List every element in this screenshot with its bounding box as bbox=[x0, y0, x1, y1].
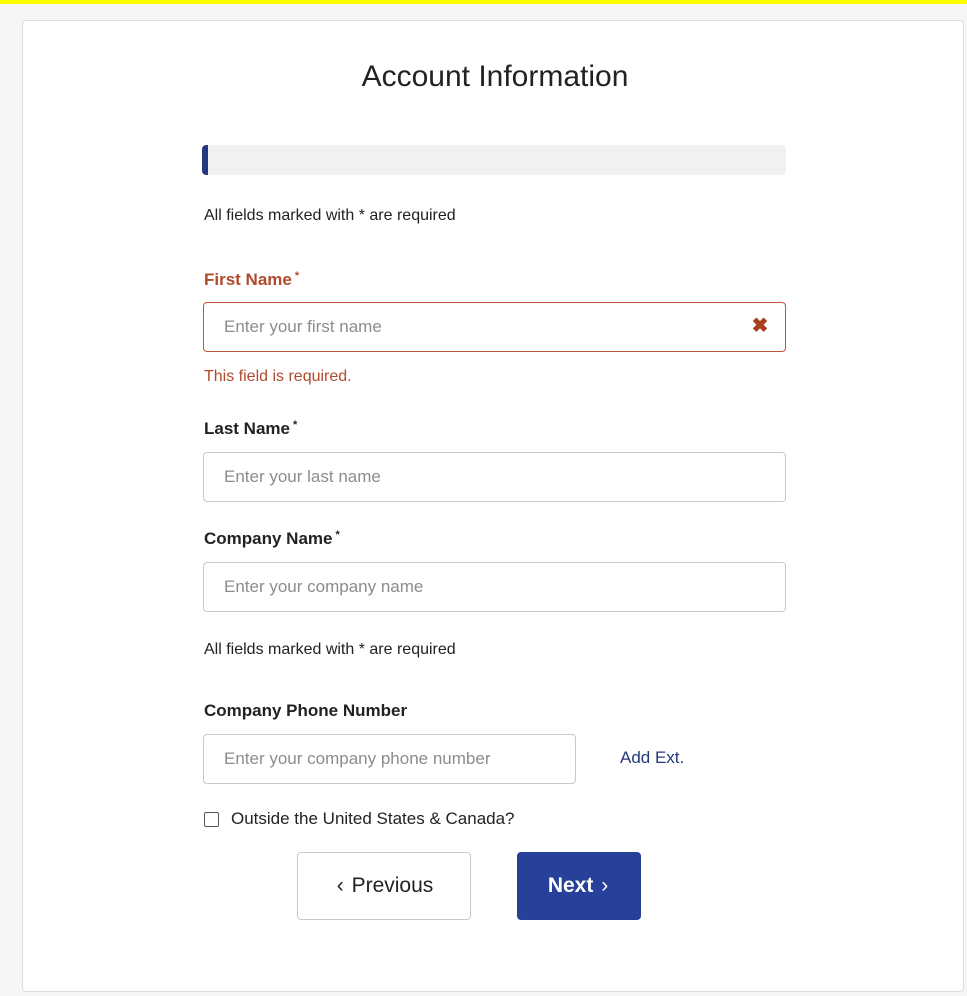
page-title: Account Information bbox=[361, 60, 629, 93]
top-highlight-strip bbox=[0, 0, 967, 4]
next-button[interactable]: Next › bbox=[517, 852, 641, 920]
company-phone-input[interactable] bbox=[203, 734, 576, 784]
outside-us-canada-label: Outside the United States & Canada? bbox=[231, 809, 515, 828]
first-name-label-text: First Name bbox=[204, 270, 292, 289]
previous-button-label: Previous bbox=[351, 874, 434, 897]
first-name-error-message: This field is required. bbox=[204, 368, 352, 385]
required-fields-note-2: All fields marked with * are required bbox=[204, 641, 456, 658]
outside-us-canada-row[interactable]: Outside the United States & Canada? bbox=[204, 809, 515, 829]
first-name-input[interactable] bbox=[203, 302, 786, 352]
progress-bar-fill bbox=[202, 145, 208, 175]
chevron-left-icon: ‹ bbox=[336, 874, 344, 897]
next-button-label: Next bbox=[547, 874, 594, 897]
last-name-input[interactable] bbox=[203, 452, 786, 502]
close-x-icon: ✖ bbox=[751, 315, 769, 337]
company-name-label-text: Company Name bbox=[204, 529, 333, 548]
required-asterisk: * bbox=[292, 419, 298, 431]
company-name-label: Company Name * bbox=[204, 529, 340, 549]
last-name-label-text: Last Name bbox=[204, 419, 290, 438]
company-phone-label: Company Phone Number bbox=[204, 701, 408, 720]
required-asterisk: * bbox=[294, 270, 300, 282]
outside-us-canada-checkbox[interactable] bbox=[204, 811, 219, 827]
required-fields-note: All fields marked with * are required bbox=[204, 207, 456, 224]
required-asterisk: * bbox=[335, 529, 340, 541]
progress-bar bbox=[202, 145, 786, 175]
company-name-input[interactable] bbox=[203, 562, 786, 612]
last-name-label: Last Name * bbox=[204, 419, 297, 439]
add-extension-link[interactable]: Add Ext. bbox=[620, 748, 684, 768]
previous-button[interactable]: ‹ Previous bbox=[297, 852, 471, 920]
first-name-label: First Name * bbox=[204, 270, 299, 290]
chevron-right-icon: › bbox=[601, 874, 609, 897]
